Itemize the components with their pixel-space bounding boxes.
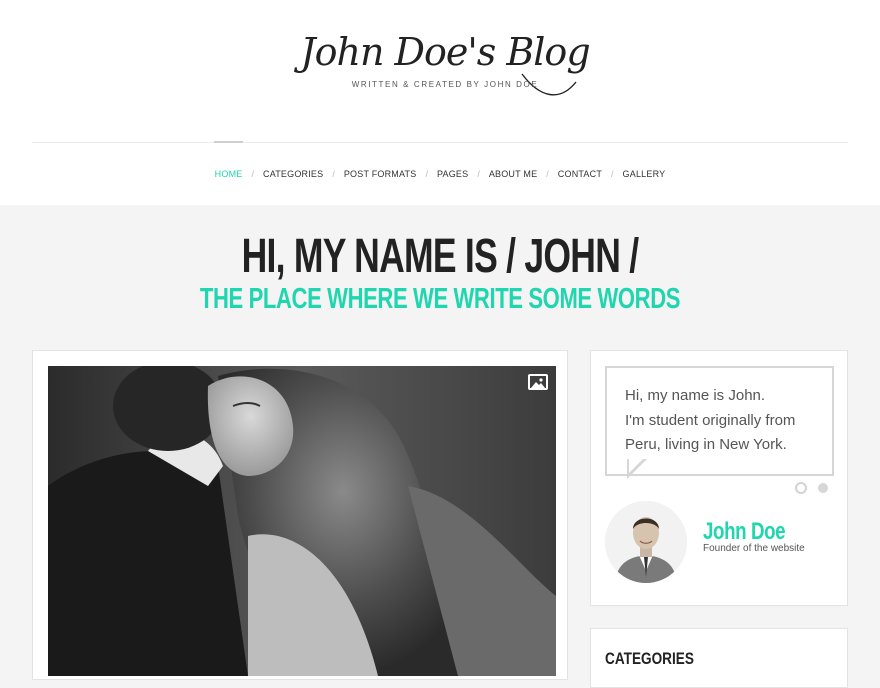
author-name: John Doe — [703, 518, 786, 545]
nav-item-about-me[interactable]: ABOUT ME — [489, 142, 537, 205]
categories-widget: CATEGORIES — [590, 628, 848, 688]
slider-dot-active[interactable] — [795, 482, 807, 494]
nav-item-gallery[interactable]: GALLERY — [623, 142, 666, 205]
hero-title: HI, MY NAME IS / JOHN / — [241, 230, 640, 283]
post-featured-image[interactable] — [48, 366, 556, 676]
nav-item-categories[interactable]: CATEGORIES — [263, 142, 323, 205]
bio-line: Hi, my name is John. — [625, 387, 766, 404]
nav-item-home[interactable]: HOME — [213, 141, 244, 205]
hero-section: HI, MY NAME IS / JOHN / THE PLACE WHERE … — [0, 205, 880, 345]
avatar — [605, 501, 687, 583]
nav-separator: / — [546, 168, 549, 179]
image-icon — [528, 374, 548, 390]
nav-separator: / — [425, 168, 428, 179]
site-logo[interactable]: John Doe's Blog WRITTEN & CREATED BY JOH… — [300, 28, 591, 100]
main-nav: HOME / CATEGORIES / POST FORMATS / PAGES… — [0, 141, 880, 205]
slider-dot[interactable] — [818, 483, 828, 493]
post-card — [32, 350, 568, 680]
nav-separator: / — [477, 168, 480, 179]
nav-separator: / — [251, 168, 254, 179]
site-tagline: WRITTEN & CREATED BY JOHN DOE — [351, 80, 539, 89]
nav-item-post-formats[interactable]: POST FORMATS — [344, 142, 417, 205]
post-photo — [48, 366, 556, 676]
nav-separator: / — [611, 168, 614, 179]
bubble-tail-fill — [629, 457, 645, 473]
categories-widget-title: CATEGORIES — [605, 649, 694, 668]
bio-line: I'm student originally from — [625, 411, 796, 429]
nav-separator: / — [332, 168, 335, 179]
bio-line: Peru, living in New York. — [625, 436, 787, 453]
author-role: Founder of the website — [703, 543, 805, 554]
about-widget: Hi, my name is John. I'm student origina… — [590, 350, 848, 606]
hero-subtitle: THE PLACE WHERE WE WRITE SOME WORDS — [199, 283, 681, 315]
site-header: John Doe's Blog WRITTEN & CREATED BY JOH… — [0, 0, 880, 205]
bio-text: Hi, my name is John. I'm student origina… — [625, 384, 825, 458]
nav-item-pages[interactable]: PAGES — [437, 142, 468, 205]
nav-item-contact[interactable]: CONTACT — [558, 142, 602, 205]
